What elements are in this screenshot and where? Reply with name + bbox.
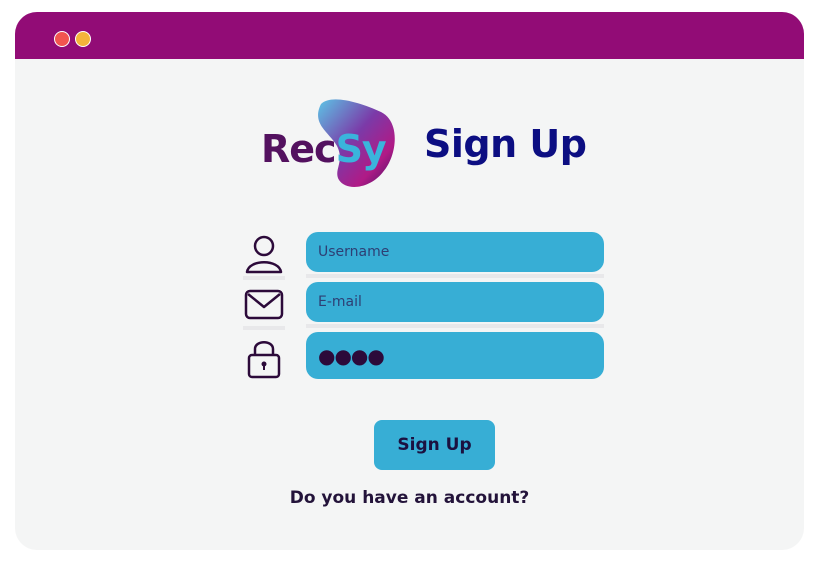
recsy-logo: RecSy <box>259 96 399 192</box>
divider <box>243 326 285 330</box>
app-window: RecSy Sign Up ●●●● Sign Up Do you have a… <box>15 12 804 550</box>
sign-up-button[interactable]: Sign Up <box>374 420 495 470</box>
divider <box>243 276 285 280</box>
divider <box>306 324 604 328</box>
password-field[interactable]: ●●●● <box>306 332 604 379</box>
logo-text-rec: Rec <box>261 127 337 171</box>
user-icon <box>245 235 283 274</box>
titlebar <box>15 12 804 59</box>
envelope-icon <box>244 289 284 320</box>
logo-text-sy: Sy <box>335 127 387 171</box>
lock-icon <box>247 341 281 379</box>
divider <box>306 274 604 278</box>
have-account-link[interactable]: Do you have an account? <box>15 488 804 508</box>
minimize-dot-icon[interactable] <box>75 31 91 47</box>
logo-wordmark: RecSy <box>261 127 387 171</box>
page-title: Sign Up <box>424 122 587 166</box>
email-field[interactable] <box>306 282 604 322</box>
username-field[interactable] <box>306 232 604 272</box>
close-dot-icon[interactable] <box>54 31 70 47</box>
